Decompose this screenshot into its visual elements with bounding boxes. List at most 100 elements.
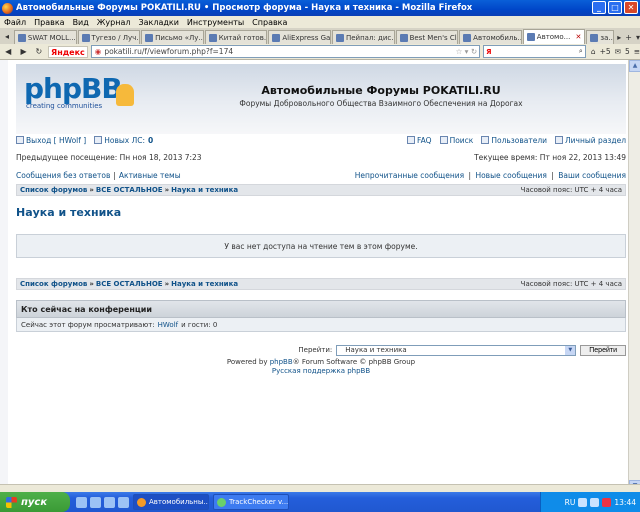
quicklaunch-icon[interactable] — [90, 496, 101, 508]
members-link[interactable]: Пользователи — [491, 136, 547, 145]
system-tray: RU 13:44 — [540, 492, 640, 512]
search-box[interactable]: Я ⌕ — [483, 45, 586, 58]
breadcrumb-index[interactable]: Список форумов — [20, 280, 87, 288]
menu-icon[interactable]: ≡ — [634, 47, 640, 56]
quicklaunch-icon[interactable] — [118, 496, 129, 508]
new-tab-icon[interactable]: + — [625, 33, 632, 42]
weather-widget[interactable]: +5 — [600, 47, 611, 56]
tab[interactable]: Китай готов... — [204, 30, 268, 44]
breadcrumb-current[interactable]: Наука и техника — [171, 280, 238, 288]
tray-icon[interactable] — [602, 497, 612, 507]
tab[interactable]: SWAT MOLL... — [13, 30, 77, 44]
quicklaunch-icon[interactable] — [76, 496, 87, 508]
chevron-down-icon[interactable]: ▼ — [565, 345, 576, 355]
tab-label: SWAT MOLL... — [27, 33, 76, 42]
url-text: pokatili.ru/f/viewforum.php?f=174 — [104, 47, 234, 56]
menu-edit[interactable]: Правка — [30, 18, 68, 27]
site-favicon: ◉ — [94, 47, 102, 56]
tab-label: Автомо... — [536, 33, 571, 41]
tab[interactable]: Автомобиль... — [459, 30, 522, 44]
russian-support-link[interactable]: Русская поддержка phpBB — [272, 367, 370, 375]
active-topics-link[interactable]: Активные темы — [119, 171, 181, 180]
bookmark-star-icon[interactable]: ☆ ▾ ↻ — [456, 47, 480, 56]
taskbar-item-label: TrackChecker v... — [229, 498, 289, 506]
pm-link[interactable]: Новых ЛС: — [104, 136, 145, 145]
site-logo[interactable]: phpBB creating communities — [24, 74, 134, 122]
window-titlebar: Автомобильные Форумы POKATILI.RU • Просм… — [0, 0, 640, 16]
tab-active[interactable]: Автомо... ✕ — [522, 29, 586, 44]
tray-icon[interactable] — [578, 497, 588, 507]
tabs-scroll-left-icon[interactable]: ◂ — [0, 30, 14, 44]
tab[interactable]: AliExpress Ga... — [268, 30, 331, 44]
search-link[interactable]: Поиск — [450, 136, 474, 145]
visit-info: Предыдущее посещение: Пн ноя 18, 2013 7:… — [16, 152, 626, 162]
mail-counter[interactable]: 5 — [625, 47, 630, 56]
url-bar[interactable]: ◉ pokatili.ru/f/viewforum.php?f=174 ☆ ▾ … — [90, 45, 481, 58]
new-posts-link[interactable]: Новые сообщения — [475, 171, 546, 180]
site-header: phpBB creating communities Автомобильные… — [16, 64, 626, 134]
tab-label: за... — [600, 33, 615, 42]
start-button[interactable]: пуск — [0, 492, 70, 512]
pm-count[interactable]: 0 — [148, 136, 153, 145]
menu-file[interactable]: Файл — [0, 18, 30, 27]
tab-favicon — [81, 33, 90, 42]
footer-powered: Powered by — [226, 358, 268, 366]
search-icon[interactable]: ⌕ — [579, 47, 585, 56]
jump-button[interactable]: Перейти — [580, 344, 626, 356]
clock[interactable]: 13:44 — [614, 498, 636, 507]
faq-link[interactable]: FAQ — [417, 136, 432, 145]
tab[interactable]: Пейпал: дис... — [331, 30, 395, 44]
breadcrumb-index[interactable]: Список форумов — [20, 186, 87, 194]
taskbar-item-trackchecker[interactable]: TrackChecker v... — [213, 494, 289, 510]
tab-label: Тугезо / Луч... — [91, 33, 141, 42]
firefox-icon — [2, 2, 13, 14]
tab[interactable]: Письмо «Лу... — [141, 30, 204, 44]
your-posts-link[interactable]: Ваши сообщения — [558, 171, 626, 180]
breadcrumb-parent[interactable]: ВСЕ ОСТАЛЬНОЕ — [96, 280, 163, 288]
tabs-scroll-right-icon[interactable]: ▸ — [617, 33, 621, 42]
taskbar-item-firefox[interactable]: Автомобильны... — [133, 494, 209, 510]
search-icon — [439, 135, 448, 144]
tab[interactable]: Тугезо / Луч... — [77, 30, 141, 44]
vertical-scrollbar[interactable]: ▲ ▼ — [628, 60, 640, 492]
tab[interactable]: Best Men's Cl... — [395, 30, 459, 44]
tab-list-icon[interactable]: ▾ — [636, 33, 640, 42]
tab-favicon — [145, 33, 154, 42]
menu-view[interactable]: Вид — [69, 18, 93, 27]
firefox-icon — [137, 497, 146, 507]
tray-icon[interactable] — [590, 497, 600, 507]
menu-bookmarks[interactable]: Закладки — [134, 18, 182, 27]
window-title: Автомобильные Форумы POKATILI.RU • Просм… — [16, 3, 473, 13]
quicklaunch-icon[interactable] — [104, 496, 115, 508]
tab-label: Китай готов... — [218, 33, 268, 42]
close-button[interactable]: ✕ — [624, 1, 638, 14]
reload-icon[interactable]: ↻ — [33, 46, 45, 58]
unanswered-link[interactable]: Сообщения без ответов — [16, 171, 110, 180]
phpbb-link[interactable]: phpBB — [270, 358, 293, 366]
ucp-link[interactable]: Личный раздел — [565, 136, 626, 145]
minimize-button[interactable]: _ — [592, 1, 606, 14]
home-icon[interactable]: ⌂ — [591, 47, 596, 56]
menu-tools[interactable]: Инструменты — [183, 18, 248, 27]
breadcrumb-current[interactable]: Наука и техника — [171, 186, 238, 194]
forward-icon[interactable]: ▶ — [17, 46, 29, 58]
mail-icon[interactable]: ✉ — [615, 47, 621, 56]
jump-select[interactable]: Наука и техника ▼ — [336, 344, 577, 356]
maximize-button[interactable]: □ — [608, 1, 622, 14]
page-title[interactable]: Наука и техника — [16, 206, 121, 219]
language-indicator[interactable]: RU — [565, 498, 576, 507]
yandex-button[interactable]: Яндекс — [48, 45, 88, 58]
back-icon[interactable]: ◀ — [2, 46, 14, 58]
menu-help[interactable]: Справка — [248, 18, 291, 27]
tab[interactable]: за... — [586, 30, 615, 44]
logout-link[interactable]: Выход [ HWolf ] — [26, 136, 86, 145]
faq-icon — [407, 135, 416, 144]
unread-link[interactable]: Непрочитанные сообщения — [355, 171, 464, 180]
scroll-up-icon[interactable]: ▲ — [629, 60, 640, 72]
search-engine-icon: Я — [486, 47, 492, 56]
online-user-link[interactable]: HWolf — [158, 321, 178, 329]
menu-history[interactable]: Журнал — [93, 18, 135, 27]
tab-close-icon[interactable]: ✕ — [576, 33, 582, 41]
logout-icon — [16, 136, 24, 144]
breadcrumb-parent[interactable]: ВСЕ ОСТАЛЬНОЕ — [96, 186, 163, 194]
